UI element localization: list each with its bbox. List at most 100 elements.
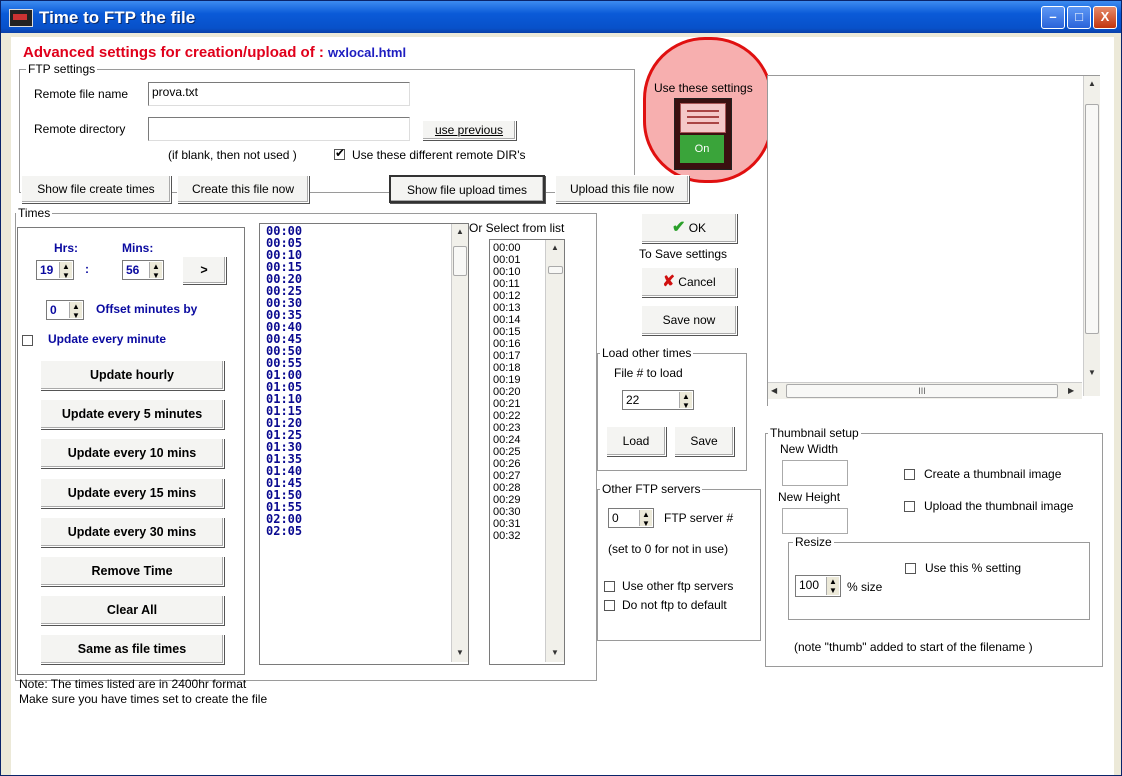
hrs-spinner[interactable]: 19 ▲ ▼	[36, 260, 74, 280]
update-5-minutes-button[interactable]: Update every 5 minutes	[40, 399, 224, 429]
ok-label: OK	[688, 221, 707, 235]
use-previous-button[interactable]: use previous	[422, 120, 516, 140]
hrs-spin-arrows[interactable]: ▲ ▼	[59, 262, 72, 280]
offset-spinner[interactable]: 0 ▲ ▼	[46, 300, 84, 320]
minimize-button[interactable]: –	[1041, 6, 1065, 29]
offset-spin-arrows[interactable]: ▲ ▼	[69, 302, 82, 320]
ftp-server-value: 0	[612, 511, 619, 525]
times-list-scrollbar[interactable]: ▲ ▼	[451, 224, 468, 662]
other-ftp-legend: Other FTP servers	[600, 482, 703, 496]
heading-text: Advanced settings for creation/upload of…	[23, 44, 329, 61]
remote-dir-input[interactable]	[148, 117, 410, 141]
title-bar[interactable]: Time to FTP the file – □ X	[1, 1, 1121, 33]
file-to-load-spinner[interactable]: 22 ▲ ▼	[622, 390, 694, 410]
upload-file-now-button[interactable]: Upload this file now	[555, 175, 689, 203]
to-save-settings-label: To Save settings	[639, 247, 728, 261]
ok-button[interactable]: ✔ OK	[641, 213, 737, 243]
preview-scroll-right-icon[interactable]: ▶	[1068, 386, 1074, 395]
update-10-mins-button[interactable]: Update every 10 mins	[40, 438, 224, 468]
no-default-ftp-checkbox[interactable]	[604, 600, 615, 611]
use-percent-checkbox[interactable]	[905, 563, 916, 574]
other-ftp-servers-group: Other FTP servers 0 ▲ ▼ FTP server # (set…	[597, 482, 761, 641]
file-spin-arrows[interactable]: ▲ ▼	[679, 392, 692, 410]
percent-spinner[interactable]: 100 ▲ ▼	[795, 575, 841, 597]
create-file-now-button[interactable]: Create this file now	[177, 175, 309, 203]
remove-time-button[interactable]: Remove Time	[40, 556, 224, 586]
ftp-settings-legend: FTP settings	[26, 62, 98, 76]
show-upload-times-button[interactable]: Show file upload times	[389, 175, 545, 203]
load-other-times-group: Load other times File # to load 22 ▲ ▼ Lo…	[597, 346, 747, 471]
mins-spin-arrows[interactable]: ▲ ▼	[149, 262, 162, 280]
update-15-mins-button[interactable]: Update every 15 mins	[40, 478, 224, 508]
preview-hscroll-thumb[interactable]: III	[786, 384, 1058, 398]
scroll-down-icon[interactable]: ▼	[456, 648, 464, 657]
load-save-button[interactable]: Save	[674, 426, 734, 456]
file-to-load-value: 22	[626, 393, 640, 407]
preview-vscroll-thumb[interactable]	[1085, 104, 1099, 334]
remote-name-input[interactable]: prova.txt	[148, 82, 410, 106]
diff-dirs-checkbox[interactable]	[334, 146, 345, 160]
percent-spin-arrows[interactable]: ▲ ▼	[826, 577, 839, 595]
scroll-up-icon[interactable]: ▲	[456, 227, 464, 236]
preview-pane[interactable]: ▲ ▼ ◀ III ▶	[767, 75, 1100, 406]
use-other-ftp-checkbox[interactable]	[604, 581, 615, 592]
preview-scroll-up-icon[interactable]: ▲	[1088, 79, 1096, 88]
add-time-button[interactable]: >	[182, 256, 226, 284]
window-title: Time to FTP the file	[39, 8, 196, 27]
select-list-scroll-thumb[interactable]	[548, 266, 563, 274]
heading-filename: wxlocal.html	[328, 45, 407, 60]
cancel-label: Cancel	[678, 275, 716, 289]
preview-vscroll[interactable]: ▲ ▼	[1083, 76, 1100, 396]
new-height-label: New Height	[778, 490, 841, 504]
cancel-button[interactable]: ✘ Cancel	[641, 267, 737, 297]
update-hourly-button[interactable]: Update hourly	[40, 360, 224, 390]
ftp-dialog-window: Time to FTP the file – □ X Advanced sett…	[0, 0, 1122, 776]
use-other-ftp-label: Use other ftp servers	[622, 579, 734, 593]
show-create-times-button[interactable]: Show file create times	[21, 175, 171, 203]
select-scroll-up-icon[interactable]: ▲	[551, 243, 559, 252]
dialog-client-area: Advanced settings for creation/upload of…	[11, 37, 1114, 775]
close-button[interactable]: X	[1093, 6, 1117, 29]
use-percent-label: Use this % setting	[925, 561, 1022, 575]
new-width-input[interactable]	[782, 460, 848, 486]
checkmark-icon: ✔	[671, 219, 686, 236]
settings-heading: Advanced settings for creation/upload of…	[23, 44, 406, 61]
new-height-input[interactable]	[782, 508, 848, 534]
create-thumbnail-checkbox[interactable]	[904, 469, 915, 480]
ftp-server-spinner[interactable]: 0 ▲ ▼	[608, 508, 654, 528]
times-list-scroll-thumb[interactable]	[453, 246, 467, 276]
preview-scroll-left-icon[interactable]: ◀	[771, 386, 777, 395]
clear-all-button[interactable]: Clear All	[40, 595, 224, 625]
preview-scroll-down-icon[interactable]: ▼	[1088, 368, 1096, 377]
save-now-button[interactable]: Save now	[641, 305, 737, 335]
update-30-mins-button[interactable]: Update every 30 mins	[40, 517, 224, 547]
upload-thumbnail-label: Upload the thumbnail image	[924, 499, 1074, 513]
upload-thumbnail-checkbox[interactable]	[904, 501, 915, 512]
select-list-scrollbar[interactable]: ▲ ▼	[545, 240, 564, 662]
use-settings-label: Use these settings	[654, 81, 753, 95]
times-list[interactable]: 00:00 00:05 00:10 00:15 00:20 00:25 00:30 00:35…	[259, 223, 469, 665]
offset-value: 0	[50, 303, 57, 317]
update-every-minute-checkbox[interactable]	[22, 335, 33, 346]
select-from-list[interactable]: 00:00 00:01 00:10 00:11 00:12 00:13 00:14 00:15…	[489, 239, 565, 665]
footer-note-format: Note: The times listed are in 2400hr for…	[19, 677, 247, 691]
use-settings-toggle[interactable]: On	[674, 98, 732, 170]
toggle-off-half	[680, 103, 726, 133]
mins-label: Mins:	[122, 241, 154, 255]
same-as-file-times-button[interactable]: Same as file times	[40, 634, 224, 664]
ftp-server-spin-arrows[interactable]: ▲ ▼	[639, 510, 652, 528]
thumbnail-setup-group: Thumbnail setup New Width Create a thumb…	[765, 426, 1103, 667]
maximize-button[interactable]: □	[1067, 6, 1091, 29]
mins-spinner[interactable]: 56 ▲ ▼	[122, 260, 164, 280]
resize-group: Resize Use this % setting 100 ▲ ▼ % size	[788, 535, 1090, 620]
time-list-item[interactable]: 02:05	[260, 525, 468, 537]
times-legend: Times	[16, 206, 53, 220]
load-button[interactable]: Load	[606, 426, 666, 456]
offset-label: Offset minutes by	[96, 302, 198, 316]
times-list-rows: 00:00 00:05 00:10 00:15 00:20 00:25 00:30 00:35…	[260, 224, 468, 537]
mins-value: 56	[126, 263, 140, 277]
percent-size-label: % size	[847, 580, 883, 594]
blank-note: (if blank, then not used )	[168, 148, 297, 162]
select-scroll-down-icon[interactable]: ▼	[551, 648, 559, 657]
preview-hscroll[interactable]: ◀ III ▶	[768, 382, 1082, 399]
